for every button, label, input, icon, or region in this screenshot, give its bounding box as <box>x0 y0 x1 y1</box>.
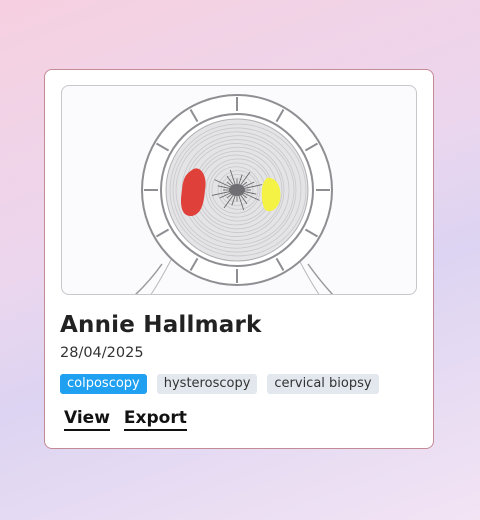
patient-name: Annie Hallmark <box>60 312 262 338</box>
patient-record-card: Annie Hallmark 28/04/2025 colposcopy hys… <box>44 69 434 449</box>
cervix-diagram-image <box>61 85 417 295</box>
view-button[interactable]: View <box>64 408 110 431</box>
record-date: 28/04/2025 <box>60 345 144 361</box>
tag-hysteroscopy[interactable]: hysteroscopy <box>156 374 258 394</box>
tag-colposcopy[interactable]: colposcopy <box>60 374 147 394</box>
card-actions: View Export <box>64 408 187 431</box>
tag-cervical-biopsy[interactable]: cervical biopsy <box>267 374 379 394</box>
procedure-tags: colposcopy hysteroscopy cervical biopsy <box>60 374 379 394</box>
export-button[interactable]: Export <box>123 408 187 431</box>
